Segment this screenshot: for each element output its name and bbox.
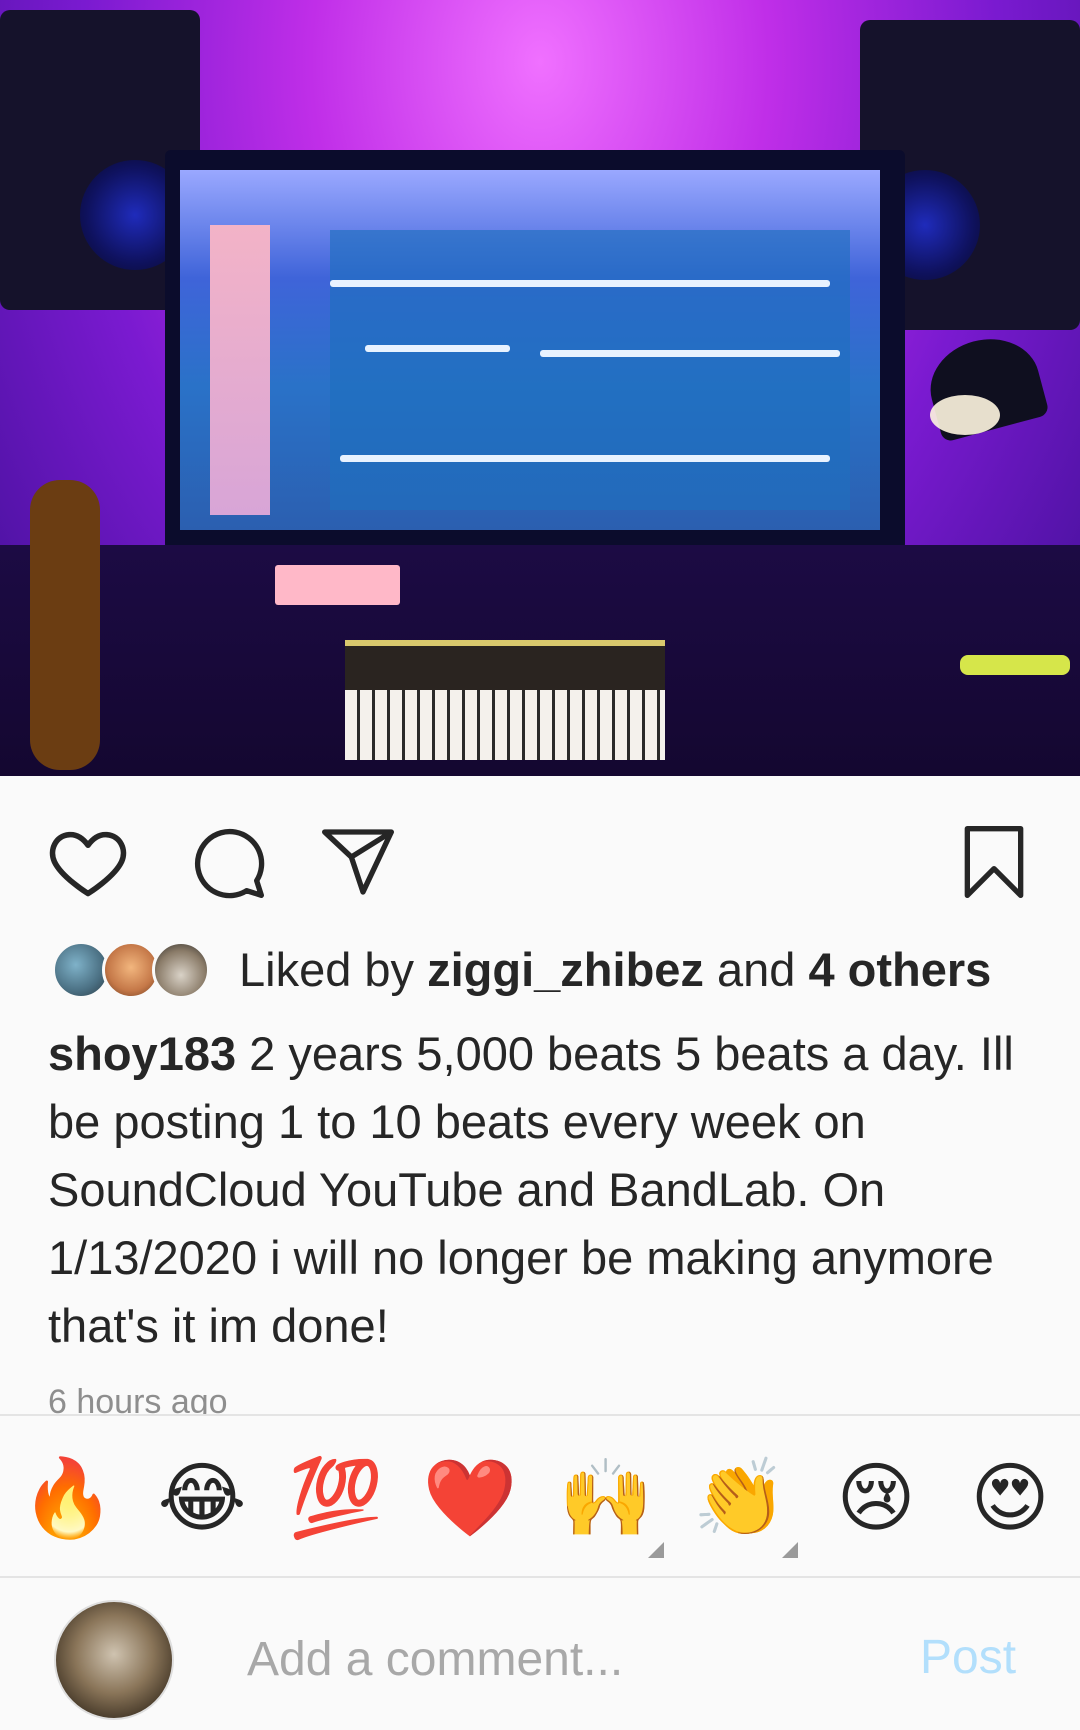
reaction-red-heart-button[interactable]: ❤️ bbox=[420, 1448, 520, 1548]
comment-button[interactable] bbox=[178, 812, 278, 912]
reaction-raising-hands-button[interactable]: 🙌 bbox=[556, 1448, 664, 1558]
comment-input[interactable] bbox=[245, 1618, 849, 1700]
current-user-avatar bbox=[54, 1600, 174, 1720]
tears-of-joy-emoji-icon: 😂 bbox=[157, 1453, 247, 1542]
quick-reactions-bar: 🔥 😂 💯 ❤️ 🙌 👏 😢 😍 bbox=[0, 1418, 1080, 1576]
monitor-screen bbox=[180, 170, 880, 530]
skin-tone-indicator bbox=[782, 1542, 798, 1558]
bookmark-icon bbox=[964, 826, 1024, 898]
crying-face-emoji-icon: 😢 bbox=[836, 1453, 916, 1542]
reaction-heart-eyes-button[interactable]: 😍 bbox=[960, 1448, 1060, 1548]
midi-keyboard bbox=[345, 690, 665, 760]
heart-eyes-emoji-icon: 😍 bbox=[970, 1453, 1050, 1542]
likes-and: and bbox=[703, 943, 809, 996]
comment-bubble-icon bbox=[194, 828, 265, 899]
liked-by-prefix: Liked by bbox=[239, 943, 428, 996]
clapping-hands-emoji-icon: 👏 bbox=[692, 1453, 788, 1542]
guitar bbox=[30, 480, 100, 770]
likes-others-link[interactable]: 4 others bbox=[808, 943, 991, 996]
post-action-bar bbox=[0, 776, 1080, 946]
skin-tone-indicator bbox=[648, 1542, 664, 1558]
post-photo[interactable] bbox=[0, 0, 1080, 776]
post-comment-button[interactable]: Post bbox=[920, 1618, 1016, 1698]
save-button[interactable] bbox=[944, 812, 1044, 912]
liker-avatars bbox=[52, 935, 217, 1005]
fire-emoji-icon: 🔥 bbox=[20, 1453, 116, 1542]
reaction-crying-face-button[interactable]: 😢 bbox=[826, 1448, 926, 1548]
divider bbox=[0, 1414, 1080, 1416]
yellow-object bbox=[960, 655, 1070, 675]
hundred-points-emoji-icon: 💯 bbox=[288, 1453, 384, 1542]
share-button[interactable] bbox=[308, 812, 408, 912]
lamp-bulb bbox=[930, 395, 1000, 435]
caption-username-link[interactable]: shoy183 bbox=[48, 1027, 236, 1080]
comment-composer: Post bbox=[0, 1578, 1080, 1730]
red-heart-emoji-icon: ❤️ bbox=[422, 1453, 518, 1542]
liker-username-link[interactable]: ziggi_zhibez bbox=[427, 943, 704, 996]
like-button[interactable] bbox=[38, 812, 138, 912]
raising-hands-emoji-icon: 🙌 bbox=[558, 1453, 654, 1542]
paper-plane-icon bbox=[322, 829, 395, 895]
desk-label bbox=[275, 565, 400, 605]
heart-outline-icon bbox=[49, 831, 127, 897]
reaction-hundred-points-button[interactable]: 💯 bbox=[286, 1448, 386, 1548]
reaction-clapping-hands-button[interactable]: 👏 bbox=[690, 1448, 798, 1558]
post-timestamp: 6 hours ago bbox=[48, 1383, 228, 1414]
reaction-fire-button[interactable]: 🔥 bbox=[18, 1448, 118, 1548]
post-caption: shoy183 2 years 5,000 beats 5 beats a da… bbox=[48, 1020, 1038, 1360]
liker-avatar bbox=[152, 941, 210, 999]
likes-text: Liked by ziggi_zhibez and 4 others bbox=[239, 940, 991, 1000]
reaction-tears-of-joy-button[interactable]: 😂 bbox=[152, 1448, 252, 1548]
likes-summary[interactable]: Liked by ziggi_zhibez and 4 others bbox=[52, 930, 991, 1010]
